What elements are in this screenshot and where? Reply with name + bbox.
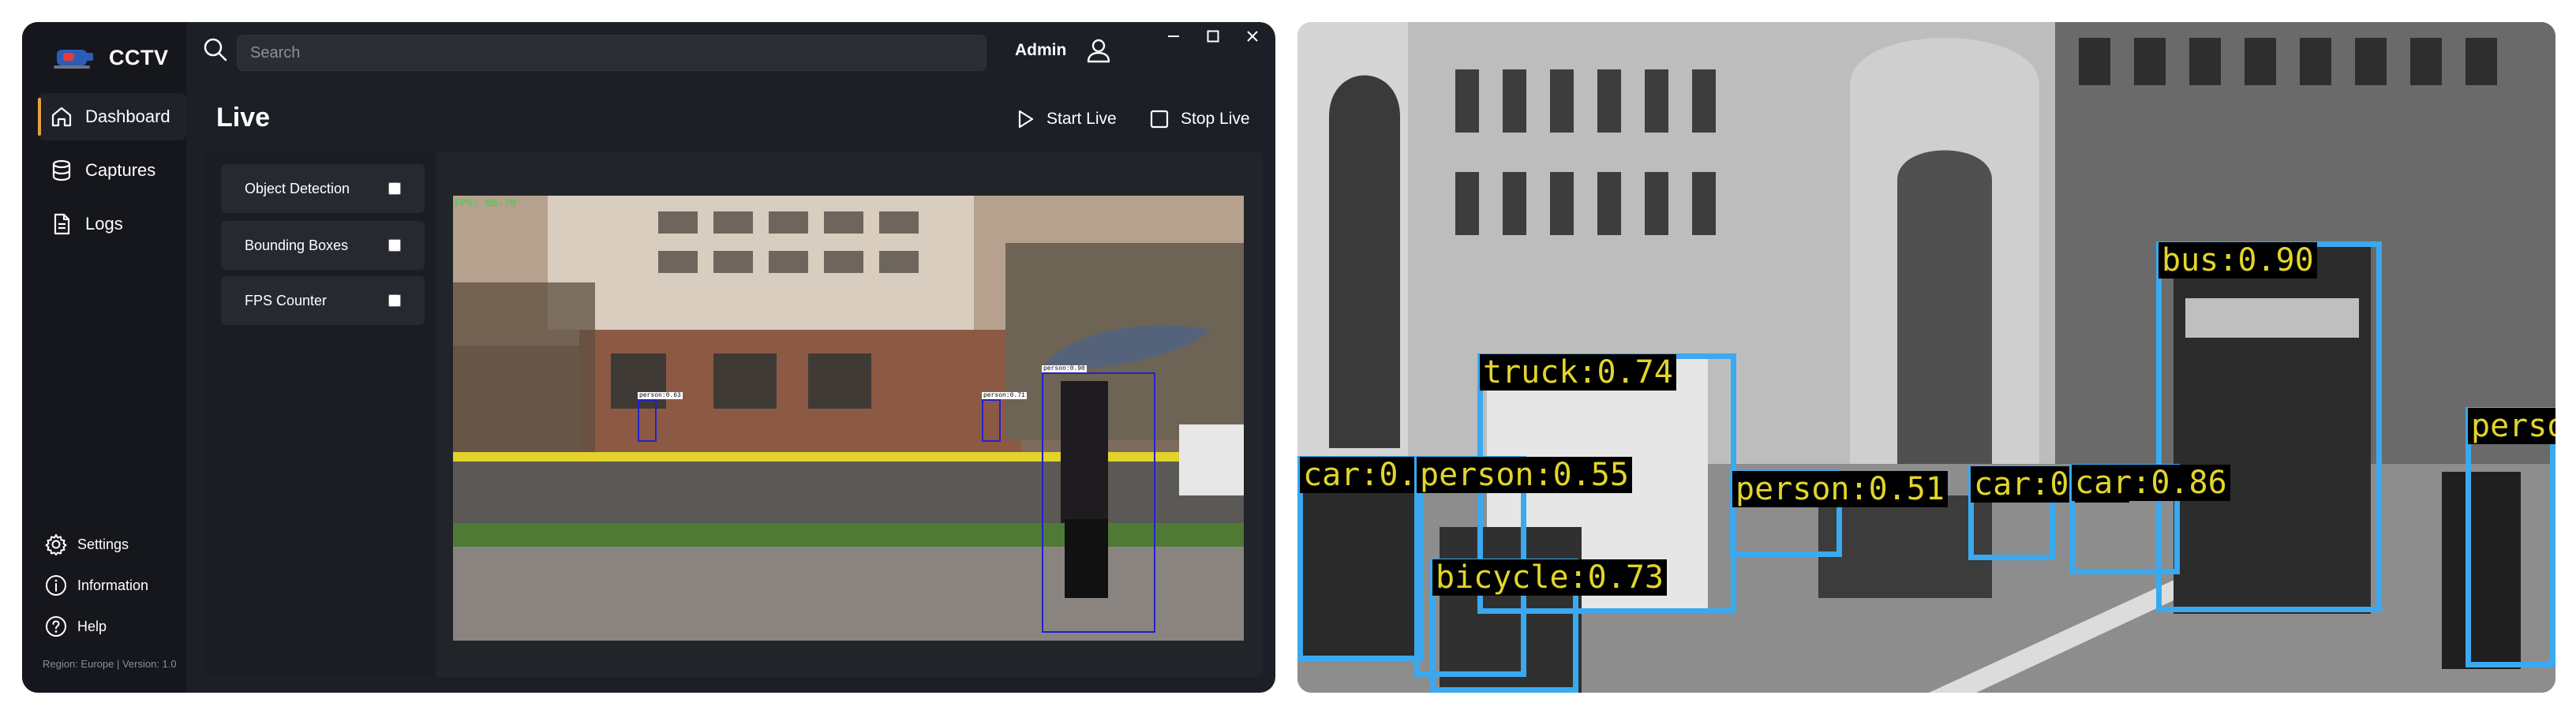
detection-label: perso bbox=[2468, 408, 2555, 444]
sidebar-item-label: Logs bbox=[85, 214, 123, 234]
detection-box-person: perso bbox=[2466, 407, 2555, 667]
option-bounding-boxes: Bounding Boxes bbox=[221, 221, 425, 270]
option-object-detection: Object Detection bbox=[221, 164, 425, 213]
feed-detection-box: person:0.90 bbox=[1042, 365, 1155, 633]
live-video-feed: FPS: 65.70 person:0.63 person:0.71 perso… bbox=[453, 196, 1244, 641]
option-label: Bounding Boxes bbox=[245, 237, 349, 253]
document-icon bbox=[54, 213, 70, 235]
gear-icon bbox=[45, 534, 67, 555]
detection-result-image: truck:0.74 bus:0.90 car:0.8 person:0.55 … bbox=[1297, 22, 2555, 693]
stop-live-label: Stop Live bbox=[1181, 110, 1250, 128]
sidebar-item-label: Dashboard bbox=[85, 107, 170, 126]
fps-counter-text: FPS: 65.70 bbox=[455, 197, 517, 209]
minimize-icon bbox=[1168, 36, 1179, 37]
maximize-button[interactable] bbox=[1203, 25, 1223, 47]
detection-box-car: car:0.86 bbox=[2069, 464, 2230, 574]
sidebar-item-label: Information bbox=[77, 577, 149, 593]
sidebar-item-dashboard[interactable]: Dashboard bbox=[38, 93, 186, 140]
window-controls bbox=[1163, 25, 1263, 47]
minimize-button[interactable] bbox=[1163, 25, 1184, 47]
options-panel: Object Detection Bounding Boxes FPS Coun… bbox=[205, 151, 436, 677]
detection-label: person:0.51 bbox=[1732, 471, 1948, 507]
search-icon bbox=[204, 38, 227, 62]
stop-icon bbox=[1150, 110, 1169, 129]
fps-counter-checkbox[interactable] bbox=[388, 294, 401, 307]
detection-label: person:0.55 bbox=[1417, 457, 1632, 493]
close-button[interactable] bbox=[1242, 25, 1263, 47]
sidebar-item-help[interactable]: Help bbox=[44, 606, 178, 647]
sidebar-item-logs[interactable]: Logs bbox=[38, 200, 186, 248]
database-icon bbox=[52, 159, 71, 181]
detection-box-bus: bus:0.90 bbox=[2156, 241, 2382, 612]
page-title: Live bbox=[216, 103, 271, 133]
detection-label: bicycle:0.73 bbox=[1432, 559, 1667, 596]
sidebar: CCTV Dashboard Captures Logs Settings In… bbox=[22, 22, 186, 693]
start-live-label: Start Live bbox=[1046, 110, 1117, 128]
detection-box-car: car:0.57 bbox=[1968, 465, 2129, 560]
sidebar-item-label: Help bbox=[77, 618, 107, 634]
search-input[interactable] bbox=[237, 35, 987, 71]
sidebar-nav: Dashboard Captures Logs bbox=[38, 93, 186, 254]
close-icon bbox=[1247, 31, 1258, 42]
live-content-panel: Object Detection Bounding Boxes FPS Coun… bbox=[205, 151, 1263, 677]
help-icon bbox=[46, 616, 66, 637]
brand: CCTV bbox=[52, 38, 169, 77]
option-label: Object Detection bbox=[245, 180, 350, 196]
start-live-button[interactable]: Start Live bbox=[1013, 107, 1117, 131]
sidebar-item-label: Settings bbox=[77, 536, 129, 552]
maximize-icon bbox=[1207, 30, 1219, 43]
detection-label: car:0.86 bbox=[2072, 465, 2230, 501]
topbar: Admin bbox=[186, 22, 1275, 85]
feed-detection-label: person:0.71 bbox=[982, 392, 1027, 399]
feed-detection-box: person:0.63 bbox=[638, 392, 683, 442]
sidebar-item-settings[interactable]: Settings bbox=[44, 524, 178, 565]
sidebar-bottom-nav: Settings Information Help bbox=[44, 524, 178, 647]
feed-detection-box: person:0.71 bbox=[982, 392, 1027, 442]
detection-label: truck:0.74 bbox=[1480, 354, 1676, 391]
stop-live-button[interactable]: Stop Live bbox=[1148, 107, 1250, 131]
object-detection-checkbox[interactable] bbox=[388, 182, 401, 195]
screenshot-stage: CCTV Dashboard Captures Logs Settings In… bbox=[0, 0, 2576, 714]
app-title: CCTV bbox=[109, 45, 169, 69]
detection-label: bus:0.90 bbox=[2159, 242, 2317, 278]
sidebar-item-label: Captures bbox=[85, 160, 156, 180]
option-label: FPS Counter bbox=[245, 292, 328, 308]
user-icon[interactable] bbox=[1084, 36, 1113, 65]
play-icon bbox=[1018, 110, 1034, 129]
home-icon bbox=[51, 107, 72, 127]
detection-box-car: car:0.8 bbox=[1297, 456, 1440, 661]
bounding-boxes-checkbox[interactable] bbox=[388, 239, 401, 252]
region-version-text: Region: Europe | Version: 1.0 bbox=[43, 658, 177, 670]
user-name: Admin bbox=[1015, 41, 1067, 59]
sidebar-item-captures[interactable]: Captures bbox=[38, 147, 186, 194]
cctv-app-window: CCTV Dashboard Captures Logs Settings In… bbox=[22, 22, 1275, 693]
detection-box-bicycle: bicycle:0.73 bbox=[1430, 559, 1667, 693]
feed-detection-label: person:0.90 bbox=[1042, 365, 1087, 372]
detection-box-person: person:0.51 bbox=[1730, 470, 1948, 557]
feed-detection-label: person:0.63 bbox=[638, 392, 683, 399]
option-fps-counter: FPS Counter bbox=[221, 276, 425, 325]
cctv-logo-icon bbox=[54, 50, 93, 69]
sidebar-item-information[interactable]: Information bbox=[44, 565, 178, 606]
info-icon bbox=[46, 575, 66, 596]
